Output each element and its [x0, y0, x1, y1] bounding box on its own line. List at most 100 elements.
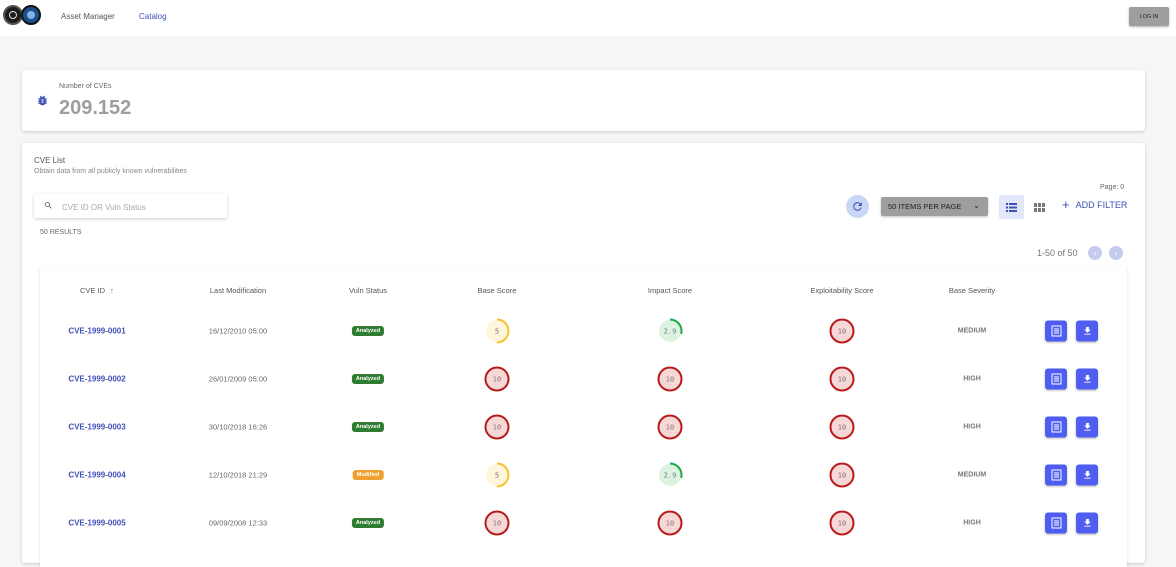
last-modification: 30/10/2018 16:26 [208, 422, 268, 432]
top-bar: Asset Manager Catalog LOG IN [0, 0, 1176, 36]
add-filter-button[interactable]: + ADD FILTER [1062, 197, 1127, 212]
plus-icon: + [1062, 197, 1070, 212]
details-button[interactable] [1045, 368, 1067, 390]
download-button[interactable] [1076, 464, 1098, 486]
chevron-down-icon: ⌄ [973, 201, 980, 210]
impact-score-gauge: 2.9 [657, 462, 683, 488]
column-header-last-modification[interactable]: Last Modification [210, 286, 266, 295]
login-button[interactable]: LOG IN [1129, 7, 1169, 26]
document-icon [1051, 325, 1061, 337]
exploitability-score-gauge-value: 10 [838, 328, 846, 336]
last-modification: 09/09/2008 12:33 [208, 518, 268, 528]
exploitability-score-gauge: 10 [829, 462, 855, 488]
download-button[interactable] [1076, 512, 1098, 534]
shield-logo-icon[interactable] [3, 5, 23, 25]
base-severity: MEDIUM [957, 471, 987, 479]
exploitability-score-gauge-value: 10 [838, 376, 846, 384]
grid-view-icon [1034, 202, 1045, 212]
list-view-icon [1006, 202, 1017, 212]
cve-id-link[interactable]: CVE-1999-0005 [68, 519, 125, 528]
base-score-gauge: 5 [484, 318, 510, 344]
base-score-gauge-value: 5 [495, 472, 499, 480]
base-score-gauge-value: 10 [493, 520, 501, 528]
list-title: CVE List [34, 156, 66, 165]
details-button[interactable] [1045, 416, 1067, 438]
cve-count-value: 209.152 [59, 97, 132, 119]
impact-score-gauge: 10 [657, 366, 683, 392]
impact-score-gauge-value: 10 [666, 520, 674, 528]
search-icon [45, 202, 52, 209]
impact-score-gauge: 2.9 [657, 318, 683, 344]
exploitability-score-gauge-value: 10 [838, 472, 846, 480]
vuln-status-badge: Modified [352, 470, 384, 480]
exploitability-score-gauge: 10 [829, 318, 855, 344]
list-subtitle: Obtain data from all publicly known vuln… [34, 168, 187, 175]
cve-id-link[interactable]: CVE-1999-0003 [68, 423, 125, 432]
base-score-gauge: 10 [484, 366, 510, 392]
nav-catalog[interactable]: Catalog [139, 12, 167, 21]
search-box[interactable] [34, 194, 227, 218]
items-per-page-select[interactable]: 50 ITEMS PER PAGE ⌄ [881, 197, 988, 216]
sort-ascending-icon: ↑ [110, 286, 114, 295]
exploitability-score-gauge: 10 [829, 366, 855, 392]
cve-count-card: Number of CVEs 209.152 [22, 70, 1145, 131]
column-header-impact-score[interactable]: Impact Score [648, 286, 692, 295]
download-button[interactable] [1076, 416, 1098, 438]
vuln-status-badge: Analyzed [351, 326, 385, 336]
vuln-status-badge: Analyzed [351, 374, 385, 384]
grid-view-toggle[interactable] [1027, 195, 1052, 219]
previous-page-button[interactable]: ‹ [1088, 246, 1102, 260]
results-count: 50 RESULTS [40, 229, 82, 236]
download-icon [1083, 374, 1091, 383]
exploitability-score-gauge: 10 [829, 510, 855, 536]
bug-icon [38, 95, 47, 106]
last-modification: 26/01/2009 05:00 [208, 374, 268, 384]
download-button[interactable] [1076, 320, 1098, 342]
refresh-button[interactable] [846, 195, 869, 218]
column-header-cve-id[interactable]: CVE ID ↑ [80, 286, 114, 295]
cve-id-link[interactable]: CVE-1999-0002 [68, 375, 125, 384]
download-icon [1083, 470, 1091, 479]
document-icon [1051, 373, 1061, 385]
list-view-toggle[interactable] [999, 195, 1024, 219]
last-modification: 16/12/2010 05:00 [208, 326, 268, 336]
column-header-exploitability-score[interactable]: Exploitability Score [810, 286, 873, 295]
exploitability-score-gauge: 10 [829, 414, 855, 440]
chevron-left-icon: ‹ [1093, 248, 1097, 258]
next-page-button[interactable]: › [1109, 246, 1123, 260]
cve-id-link[interactable]: CVE-1999-0001 [68, 327, 125, 336]
column-header-base-score[interactable]: Base Score [478, 286, 517, 295]
details-button[interactable] [1045, 320, 1067, 342]
exploitability-score-gauge-value: 10 [838, 520, 846, 528]
chevron-right-icon: › [1114, 248, 1118, 258]
cve-count-label: Number of CVEs [59, 83, 112, 90]
exploitability-score-gauge-value: 10 [838, 424, 846, 432]
download-icon [1083, 518, 1091, 527]
impact-score-gauge-value: 10 [666, 424, 674, 432]
impact-score-gauge: 10 [657, 414, 683, 440]
column-header-base-severity[interactable]: Base Severity [949, 286, 995, 295]
table-row: CVE-1999-0003 30/10/2018 16:26 Analyzed 10 1… [40, 403, 1127, 451]
base-severity: MEDIUM [957, 327, 987, 335]
details-button[interactable] [1045, 464, 1067, 486]
base-score-gauge: 10 [484, 510, 510, 536]
column-header-vuln-status[interactable]: Vuln Status [349, 286, 387, 295]
base-severity: HIGH [963, 375, 981, 383]
impact-score-gauge-value: 2.9 [664, 472, 677, 480]
impact-score-gauge-value: 10 [666, 376, 674, 384]
vuln-status-badge: Analyzed [351, 422, 385, 432]
table-row: CVE-1999-0004 12/10/2018 21:29 Modified 5 2.… [40, 451, 1127, 499]
pagination-info: 1-50 of 50 [1037, 248, 1078, 258]
download-icon [1083, 326, 1091, 335]
cve-list-card: CVE List Obtain data from all publicly k… [22, 143, 1145, 567]
impact-score-gauge-value: 2.9 [664, 328, 677, 336]
document-icon [1051, 469, 1061, 481]
download-button[interactable] [1076, 368, 1098, 390]
globe-logo-icon[interactable] [21, 5, 41, 25]
details-button[interactable] [1045, 512, 1067, 534]
search-input[interactable] [60, 199, 224, 215]
last-modification: 12/10/2018 21:29 [208, 470, 268, 480]
cve-id-link[interactable]: CVE-1999-0004 [68, 471, 125, 480]
nav-asset-manager[interactable]: Asset Manager [61, 12, 115, 21]
document-icon [1051, 517, 1061, 529]
